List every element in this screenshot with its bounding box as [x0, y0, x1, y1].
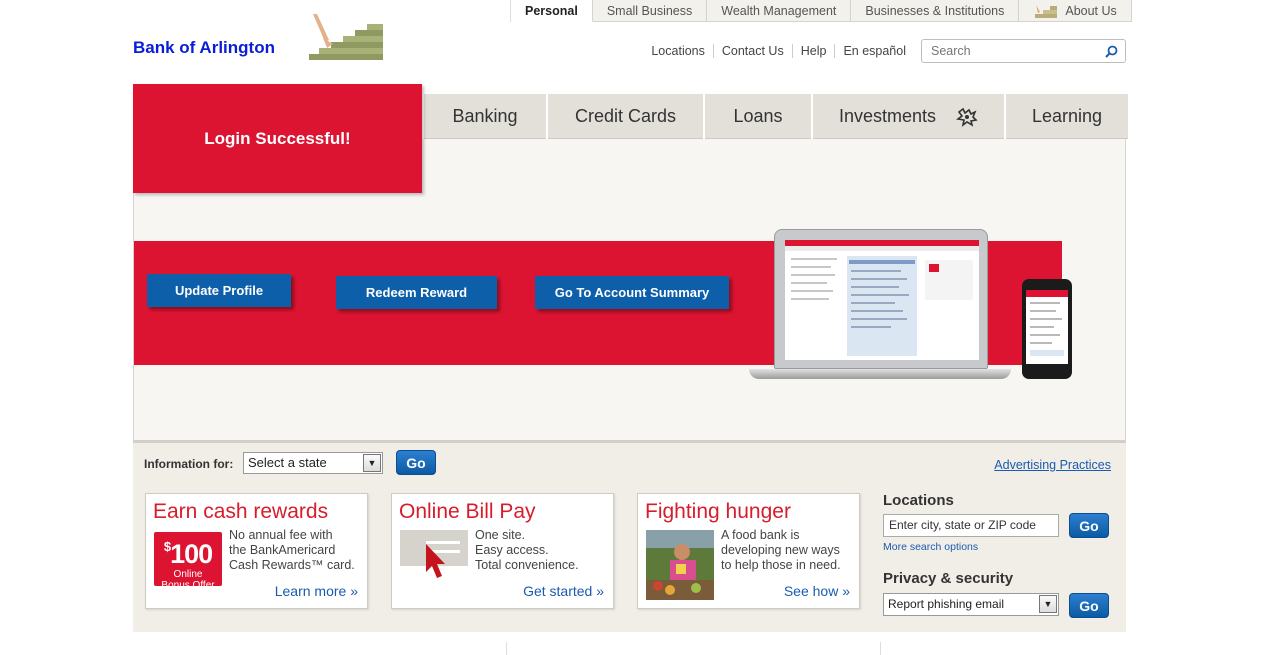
nav-label: Credit Cards — [574, 106, 677, 126]
card-description: One site. Easy access. Total convenience… — [475, 528, 579, 573]
card-text-line: No annual fee with — [229, 528, 333, 542]
nav-label: Investments — [838, 106, 937, 126]
online-banking-screenshot — [785, 240, 979, 356]
nav-learning[interactable]: Learning — [1004, 94, 1128, 139]
tab-label: About Us — [1065, 3, 1117, 18]
card-title: Earn cash rewards — [153, 500, 329, 523]
card-text-line: One site. — [475, 528, 526, 542]
information-for-label: Information for: — [144, 457, 234, 471]
card-description: No annual fee with the BankAmericard Cas… — [229, 528, 355, 573]
tab-label: Small Business — [606, 3, 693, 18]
tab-label: Wealth Management — [721, 3, 837, 18]
card-text-line: the BankAmericard — [229, 543, 336, 557]
nav-banking[interactable]: Banking — [424, 94, 546, 139]
locations-link[interactable]: Locations — [643, 44, 713, 58]
money-stairs-logo-icon — [309, 14, 383, 60]
footer-divider — [880, 642, 881, 655]
card-title: Fighting hunger — [645, 500, 791, 523]
cash-rewards-card: Earn cash rewards $100 Online Bonus Offe… — [145, 493, 368, 609]
bonus-offer-badge: $100 Online Bonus Offer — [154, 532, 222, 591]
card-text-line: Cash Rewards™ card. — [229, 558, 355, 572]
tab-small-business[interactable]: Small Business — [592, 0, 708, 22]
food-bank-photo — [646, 530, 714, 600]
state-select-value: Select a state — [248, 455, 327, 470]
nav-loans[interactable]: Loans — [703, 94, 811, 139]
chevron-down-icon: ▼ — [363, 454, 381, 472]
laptop-screen — [785, 240, 979, 360]
nav-label: Learning — [1031, 106, 1103, 126]
update-profile-button[interactable]: Update Profile — [147, 274, 291, 307]
mobile-banking-screenshot — [1026, 290, 1068, 356]
tab-wealth-management[interactable]: Wealth Management — [707, 0, 852, 22]
get-started-link[interactable]: Get started » — [523, 583, 604, 599]
login-success-banner: Login Successful! — [133, 84, 422, 193]
learn-more-link[interactable]: Learn more » — [275, 583, 358, 599]
footer-divider — [506, 642, 507, 655]
phone-image — [1022, 279, 1072, 379]
info-section: Information for: Select a state ▼ Go Adv… — [133, 440, 1126, 632]
nav-credit-cards[interactable]: Credit Cards — [546, 94, 703, 139]
nav-label: Loans — [733, 106, 783, 126]
state-go-button[interactable]: Go — [396, 450, 436, 475]
redeem-reward-button[interactable]: Redeem Reward — [336, 276, 497, 309]
card-text-line: A food bank is — [721, 528, 800, 542]
card-description: A food bank is developing new ways to he… — [721, 528, 841, 573]
fighting-hunger-card: Fighting hunger A food bank is developin… — [637, 493, 860, 609]
badge-line-1: Online — [173, 569, 203, 580]
account-summary-button[interactable]: Go To Account Summary — [535, 276, 729, 309]
search-box — [921, 39, 1126, 63]
location-search-input[interactable]: Enter city, state or ZIP code — [883, 514, 1059, 537]
state-select[interactable]: Select a state ▼ — [243, 452, 383, 474]
audience-tabs: Personal Small Business Wealth Managemen… — [510, 0, 1132, 22]
see-how-link[interactable]: See how » — [784, 583, 850, 599]
bull-icon — [956, 107, 978, 127]
card-text-line: to help those in need. — [721, 558, 841, 572]
phone-screen — [1026, 290, 1068, 364]
utility-links: Locations Contact Us Help En español — [643, 44, 914, 58]
card-text-line: developing new ways — [721, 543, 840, 557]
laptop-image — [774, 229, 988, 369]
privacy-heading: Privacy & security — [883, 570, 1014, 587]
search-icon[interactable] — [1105, 45, 1118, 58]
tab-businesses-institutions[interactable]: Businesses & Institutions — [851, 0, 1020, 22]
main-nav: Banking Credit Cards Loans Investments L… — [424, 94, 1128, 139]
privacy-select[interactable]: Report phishing email ▼ — [883, 593, 1059, 616]
bill-pay-card: Online Bill Pay One site. Easy access. T… — [391, 493, 614, 609]
more-search-options-link[interactable]: More search options — [883, 541, 978, 553]
locations-go-button[interactable]: Go — [1069, 513, 1109, 538]
privacy-select-value: Report phishing email — [888, 597, 1005, 611]
card-text-line: Total convenience. — [475, 558, 579, 572]
nav-label: Banking — [452, 106, 518, 126]
card-text-line: Easy access. — [475, 543, 549, 557]
help-link[interactable]: Help — [791, 44, 835, 58]
tab-label: Businesses & Institutions — [865, 3, 1005, 18]
privacy-go-button[interactable]: Go — [1069, 593, 1109, 618]
badge-line-2: Bonus Offer — [161, 580, 215, 591]
chevron-down-icon: ▼ — [1039, 595, 1057, 613]
advertising-practices-link[interactable]: Advertising Practices — [994, 458, 1111, 472]
tab-about-us[interactable]: About Us — [1019, 0, 1132, 22]
locations-heading: Locations — [883, 492, 954, 509]
bank-logo[interactable]: Bank of Arlington — [133, 38, 275, 58]
nav-investments[interactable]: Investments — [811, 94, 1004, 139]
tab-label: Personal — [525, 3, 578, 18]
tab-personal[interactable]: Personal — [511, 0, 593, 22]
bill-pay-cursor-icon — [400, 530, 468, 578]
contact-us-link[interactable]: Contact Us — [712, 44, 792, 58]
card-title: Online Bill Pay — [399, 500, 536, 523]
badge-amount: 100 — [170, 539, 213, 569]
money-stairs-icon — [1035, 4, 1058, 18]
search-input[interactable] — [922, 40, 1092, 62]
laptop-base — [749, 369, 1011, 379]
espanol-link[interactable]: En español — [834, 44, 914, 58]
